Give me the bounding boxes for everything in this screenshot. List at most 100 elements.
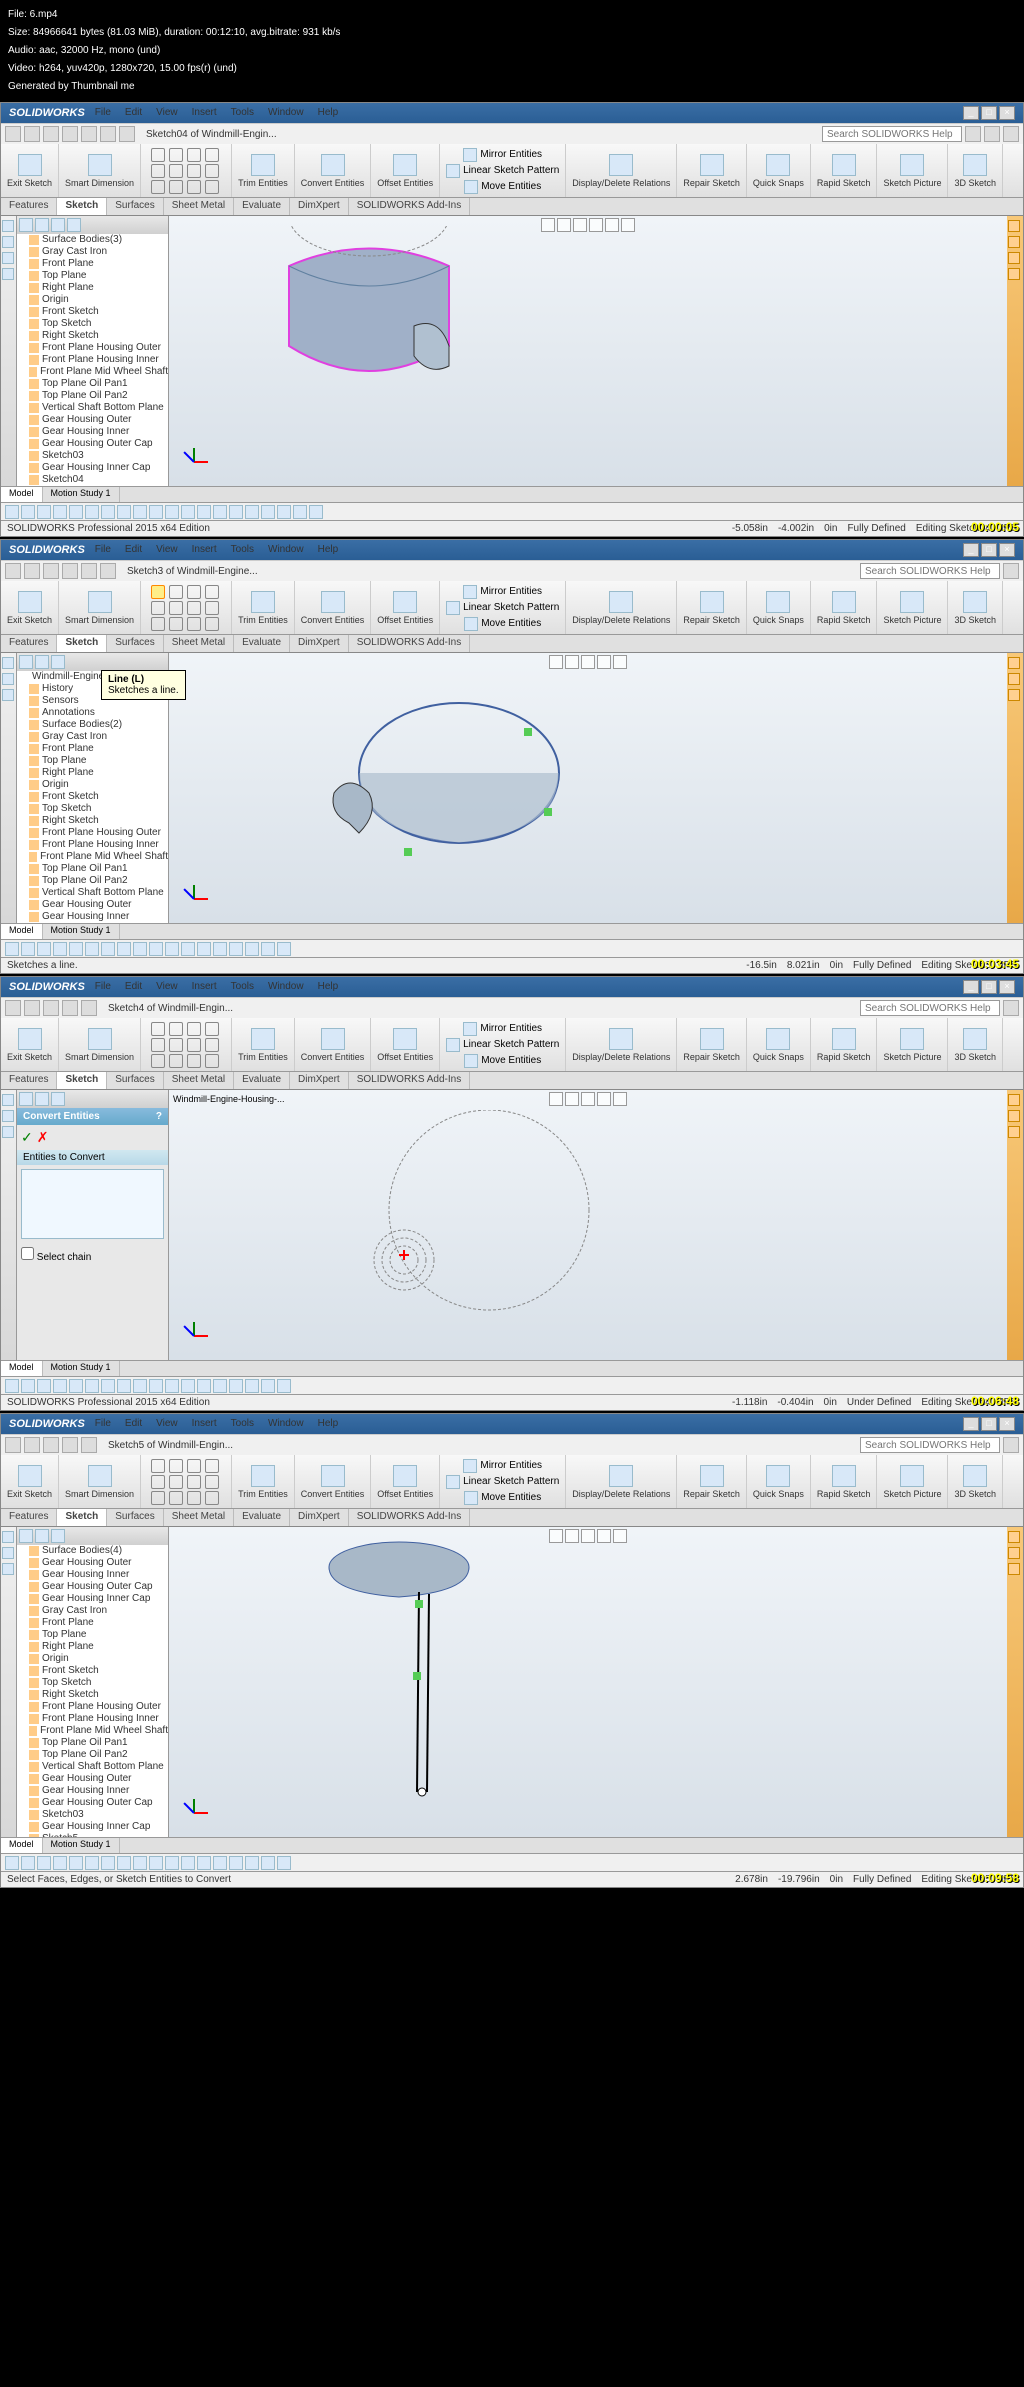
side-icon[interactable] [2, 1110, 14, 1122]
line-icon[interactable] [151, 585, 165, 599]
menu-window[interactable]: Window [262, 543, 310, 557]
tab-surfaces[interactable]: Surfaces [107, 635, 163, 652]
feature-tree-item[interactable]: Origin [29, 294, 168, 306]
tab-surfaces[interactable]: Surfaces [107, 1509, 163, 1526]
appearance-icon[interactable] [1008, 236, 1020, 248]
slot-icon[interactable] [205, 585, 219, 599]
print-icon[interactable] [62, 1437, 78, 1453]
feature-tree-item[interactable]: Front Plane [29, 1617, 168, 1629]
section-icon[interactable] [613, 1092, 627, 1106]
feature-tree-item[interactable]: Top Plane Oil Pan2 [29, 1749, 168, 1761]
tool-icon[interactable] [21, 505, 35, 519]
search-input[interactable] [860, 1000, 1000, 1016]
appearance-icon[interactable] [1008, 220, 1020, 232]
arc-icon[interactable] [151, 164, 165, 178]
tool-icon[interactable] [229, 1856, 243, 1870]
display-relations-button[interactable]: Display/Delete Relations [566, 1018, 677, 1071]
feature-tree-item[interactable]: Right Plane [29, 767, 168, 779]
3d-sketch-button[interactable]: 3D Sketch [948, 144, 1003, 197]
point-icon[interactable] [169, 180, 183, 194]
feature-tree-item[interactable]: Sketch03 [29, 450, 168, 462]
rapid-sketch-button[interactable]: Rapid Sketch [811, 581, 878, 634]
feature-tree-item[interactable]: Right Plane [29, 1641, 168, 1653]
tab-features[interactable]: Features [1, 635, 57, 652]
arc-icon[interactable] [151, 601, 165, 615]
text-icon[interactable] [187, 617, 201, 631]
undo-icon[interactable] [81, 1000, 97, 1016]
appearance-icon[interactable] [1008, 1563, 1020, 1575]
tab-dimxpert[interactable]: DimXpert [290, 1072, 349, 1089]
fillet-icon[interactable] [151, 617, 165, 631]
repair-button[interactable]: Repair Sketch [677, 581, 747, 634]
menu-help[interactable]: Help [312, 543, 345, 557]
rectangle-icon[interactable] [169, 148, 183, 162]
quick-snaps-button[interactable]: Quick Snaps [747, 581, 811, 634]
feature-tree-item[interactable]: Sketch5 [29, 1833, 168, 1837]
tree-tab-icon[interactable] [35, 655, 49, 669]
tool-icon[interactable] [277, 505, 291, 519]
display-relations-button[interactable]: Display/Delete Relations [566, 1455, 677, 1508]
feature-tree-item[interactable]: Front Plane Mid Wheel Shaft [29, 851, 168, 863]
view-orientation-icon[interactable] [581, 1529, 595, 1543]
trim-button[interactable]: Trim Entities [232, 581, 295, 634]
zoom-area-icon[interactable] [565, 655, 579, 669]
feature-tree-item[interactable]: Gear Housing Outer Cap [29, 1797, 168, 1809]
tool-icon[interactable] [37, 505, 51, 519]
menu-view[interactable]: View [150, 980, 184, 994]
quick-snaps-button[interactable]: Quick Snaps [747, 1455, 811, 1508]
tool-icon[interactable] [5, 1379, 19, 1393]
exit-sketch-button[interactable]: Exit Sketch [1, 144, 59, 197]
tool-icon[interactable] [117, 505, 131, 519]
side-icon[interactable] [2, 1547, 14, 1559]
tool-icon[interactable] [197, 1856, 211, 1870]
print-icon[interactable] [62, 1000, 78, 1016]
text-icon[interactable] [187, 1054, 201, 1068]
feature-tree-item[interactable]: Gear Housing Inner Cap [29, 462, 168, 474]
offset-button[interactable]: Offset Entities [371, 581, 440, 634]
view-orientation-icon[interactable] [581, 655, 595, 669]
display-style-icon[interactable] [597, 655, 611, 669]
graphics-viewport[interactable]: Windmill-Engine-Housing-... [169, 1090, 1007, 1360]
feature-tree-item[interactable]: Gear Housing Inner [29, 1569, 168, 1581]
tool-icon[interactable] [213, 1856, 227, 1870]
feature-tree-item[interactable]: Sketch04 [29, 474, 168, 486]
rectangle-icon[interactable] [169, 585, 183, 599]
tree-tab-icon[interactable] [19, 1529, 33, 1543]
feature-tree-item[interactable]: Gear Housing Inner [29, 426, 168, 438]
search-input[interactable] [860, 1437, 1000, 1453]
graphics-viewport[interactable] [169, 653, 1007, 923]
tool-icon[interactable] [149, 1856, 163, 1870]
tree-tab-icon[interactable] [35, 1529, 49, 1543]
cancel-button[interactable]: ✗ [37, 1129, 49, 1146]
tool-icon[interactable] [149, 1379, 163, 1393]
feature-tree-item[interactable]: Right Sketch [29, 815, 168, 827]
menu-edit[interactable]: Edit [119, 543, 148, 557]
convert-button[interactable]: Convert Entities [295, 1455, 372, 1508]
feature-tree-item[interactable]: Front Plane Housing Outer [29, 1701, 168, 1713]
minimize-inner-icon[interactable] [965, 126, 981, 142]
feature-tree-item[interactable]: Gear Housing Inner Cap [29, 1593, 168, 1605]
close-button[interactable]: × [999, 980, 1015, 994]
minimize-button[interactable]: _ [963, 543, 979, 557]
feature-tree-item[interactable]: Vertical Shaft Bottom Plane [29, 402, 168, 414]
tool-icon[interactable] [261, 505, 275, 519]
new-icon[interactable] [5, 563, 21, 579]
feature-tree-item[interactable]: Front Plane Mid Wheel Shaft [29, 1725, 168, 1737]
menu-tools[interactable]: Tools [225, 106, 260, 120]
tab-sketch[interactable]: Sketch [57, 1072, 107, 1089]
point-icon[interactable] [169, 617, 183, 631]
feature-tree-item[interactable]: Front Sketch [29, 1665, 168, 1677]
appearance-icon[interactable] [1008, 1547, 1020, 1559]
tab-dimxpert[interactable]: DimXpert [290, 198, 349, 215]
feature-tree-item[interactable]: Top Sketch [29, 1677, 168, 1689]
mirror-button[interactable]: Mirror Entities [463, 584, 542, 600]
menu-insert[interactable]: Insert [186, 543, 223, 557]
menu-tools[interactable]: Tools [225, 980, 260, 994]
tool-icon[interactable] [245, 505, 259, 519]
appearance-icon[interactable] [1008, 252, 1020, 264]
sketch-picture-button[interactable]: Sketch Picture [877, 1455, 948, 1508]
tree-tab-icon[interactable] [51, 1092, 65, 1106]
zoom-area-icon[interactable] [565, 1529, 579, 1543]
feature-tree-item[interactable]: Origin [29, 1653, 168, 1665]
spline-icon[interactable] [187, 164, 201, 178]
